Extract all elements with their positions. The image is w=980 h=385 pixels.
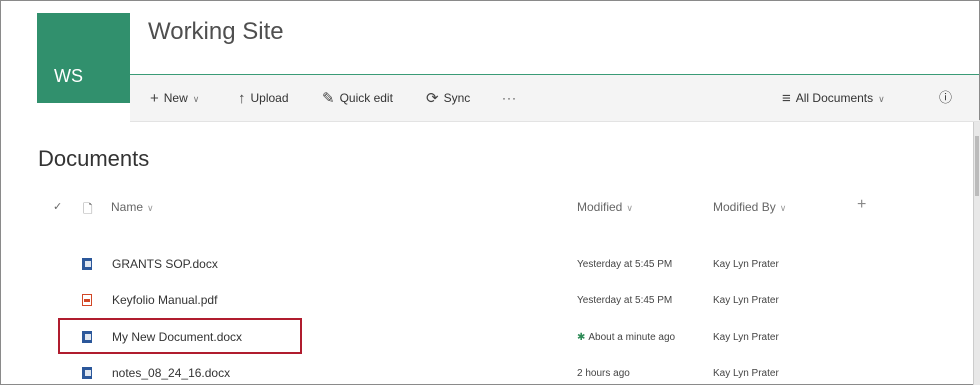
new-button-label: New bbox=[163, 91, 188, 105]
highlight-box bbox=[58, 318, 302, 354]
modified-cell: Yesterday at 5:45 PM bbox=[577, 259, 673, 270]
chevron-down-icon: ∨ bbox=[626, 203, 633, 213]
modified-by-cell[interactable]: Kay Lyn Prater bbox=[713, 368, 779, 379]
word-file-icon bbox=[82, 258, 92, 270]
file-type-icon[interactable]: 🗋 bbox=[83, 200, 93, 221]
view-selector[interactable]: ≡ All Documents ∨ bbox=[782, 75, 885, 121]
sync-icon: ⟳ bbox=[426, 90, 439, 107]
modified-by-cell[interactable]: Kay Lyn Prater bbox=[713, 295, 779, 306]
chevron-down-icon: ∨ bbox=[779, 203, 787, 213]
chevron-down-icon: ∨ bbox=[192, 94, 200, 104]
add-column-button[interactable]: + bbox=[857, 196, 866, 214]
new-item-icon: ✱ bbox=[577, 332, 586, 343]
quick-edit-button[interactable]: ✎ Quick edit bbox=[322, 75, 393, 121]
name-column-label: Name bbox=[111, 200, 144, 214]
chevron-down-icon: ∨ bbox=[147, 203, 154, 213]
modified-cell: 2 hours ago bbox=[577, 368, 630, 379]
command-bar: + New ∨ ↑ Upload ✎ Quick edit ⟳ Sync ··· ≡ All… bbox=[130, 75, 979, 122]
chevron-down-icon: ∨ bbox=[878, 94, 885, 104]
page-title: Documents bbox=[38, 146, 150, 171]
more-actions-button[interactable]: ··· bbox=[502, 75, 517, 121]
pencil-icon: ✎ bbox=[322, 90, 335, 107]
site-logo[interactable]: WS bbox=[37, 13, 130, 103]
modified-cell-text: About a minute ago bbox=[588, 332, 676, 343]
word-file-icon bbox=[82, 367, 92, 379]
quick-edit-label: Quick edit bbox=[339, 91, 393, 105]
name-column-header[interactable]: Name ∨ bbox=[111, 200, 154, 214]
modified-column-header[interactable]: Modified ∨ bbox=[577, 200, 633, 214]
select-all-checkmark-icon[interactable]: ✓ bbox=[53, 200, 62, 213]
upload-button[interactable]: ↑ Upload bbox=[238, 75, 289, 121]
file-name-link[interactable]: Keyfolio Manual.pdf bbox=[112, 293, 217, 307]
modified-by-column-label: Modified By bbox=[713, 200, 776, 214]
scrollbar-thumb[interactable] bbox=[975, 136, 979, 196]
modified-by-column-header[interactable]: Modified By ∨ bbox=[713, 200, 786, 214]
modified-cell: Yesterday at 5:45 PM bbox=[577, 295, 673, 306]
sync-button[interactable]: ⟳ Sync bbox=[426, 75, 470, 121]
view-selector-label: All Documents bbox=[795, 91, 874, 105]
file-name-link[interactable]: GRANTS SOP.docx bbox=[112, 257, 218, 271]
file-name-link[interactable]: notes_08_24_16.docx bbox=[112, 366, 230, 380]
modified-column-label: Modified bbox=[577, 200, 623, 214]
site-logo-text: WS bbox=[54, 66, 83, 86]
modified-by-cell[interactable]: Kay Lyn Prater bbox=[713, 332, 779, 343]
upload-icon: ↑ bbox=[238, 90, 246, 107]
vertical-scrollbar[interactable] bbox=[973, 120, 980, 385]
modified-cell: ✱ About a minute ago bbox=[577, 332, 675, 343]
new-button[interactable]: + New ∨ bbox=[150, 75, 199, 121]
sync-label: Sync bbox=[443, 91, 471, 105]
site-title[interactable]: Working Site bbox=[148, 18, 284, 46]
pdf-file-icon bbox=[82, 294, 92, 306]
plus-icon: + bbox=[150, 90, 159, 107]
upload-button-label: Upload bbox=[250, 91, 289, 105]
modified-by-cell[interactable]: Kay Lyn Prater bbox=[713, 259, 779, 270]
info-icon[interactable]: ⓘ bbox=[939, 75, 952, 121]
view-lines-icon: ≡ bbox=[782, 90, 791, 107]
